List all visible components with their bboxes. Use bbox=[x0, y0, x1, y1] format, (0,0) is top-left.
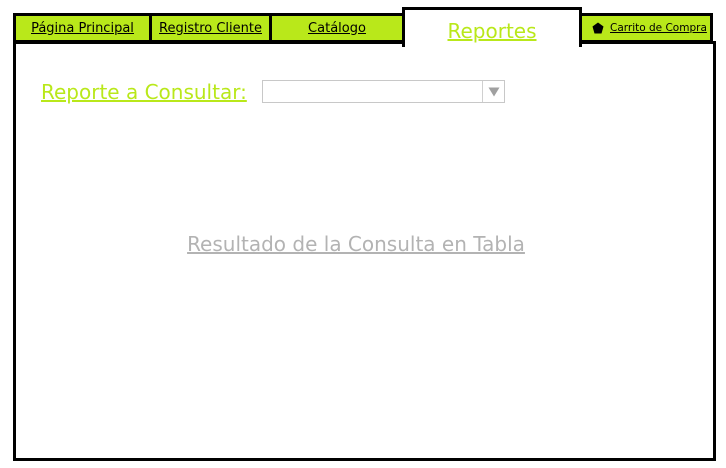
tab-reportes[interactable]: Reportes bbox=[402, 7, 582, 47]
report-select[interactable] bbox=[262, 80, 505, 103]
result-table-placeholder-text: Resultado de la Consulta en Tabla bbox=[187, 232, 525, 256]
tab-registro-cliente[interactable]: Registro Cliente bbox=[149, 13, 272, 43]
cart-icon bbox=[592, 22, 604, 34]
tab-catalogo-label: Catálogo bbox=[308, 20, 366, 36]
report-label: Reporte a Consultar: bbox=[41, 80, 247, 104]
tab-pagina-principal-label: Página Principal bbox=[31, 20, 134, 36]
tab-pagina-principal[interactable]: Página Principal bbox=[13, 13, 152, 43]
chevron-down-icon[interactable] bbox=[482, 81, 504, 102]
result-table-placeholder: Resultado de la Consulta en Tabla bbox=[0, 232, 726, 256]
cart-link-label: Carrito de Compra bbox=[610, 22, 707, 34]
tab-catalogo[interactable]: Catálogo bbox=[269, 13, 405, 43]
tab-registro-cliente-label: Registro Cliente bbox=[159, 20, 262, 36]
cart-link[interactable]: Carrito de Compra bbox=[579, 13, 713, 43]
tab-reportes-label: Reportes bbox=[447, 18, 537, 43]
